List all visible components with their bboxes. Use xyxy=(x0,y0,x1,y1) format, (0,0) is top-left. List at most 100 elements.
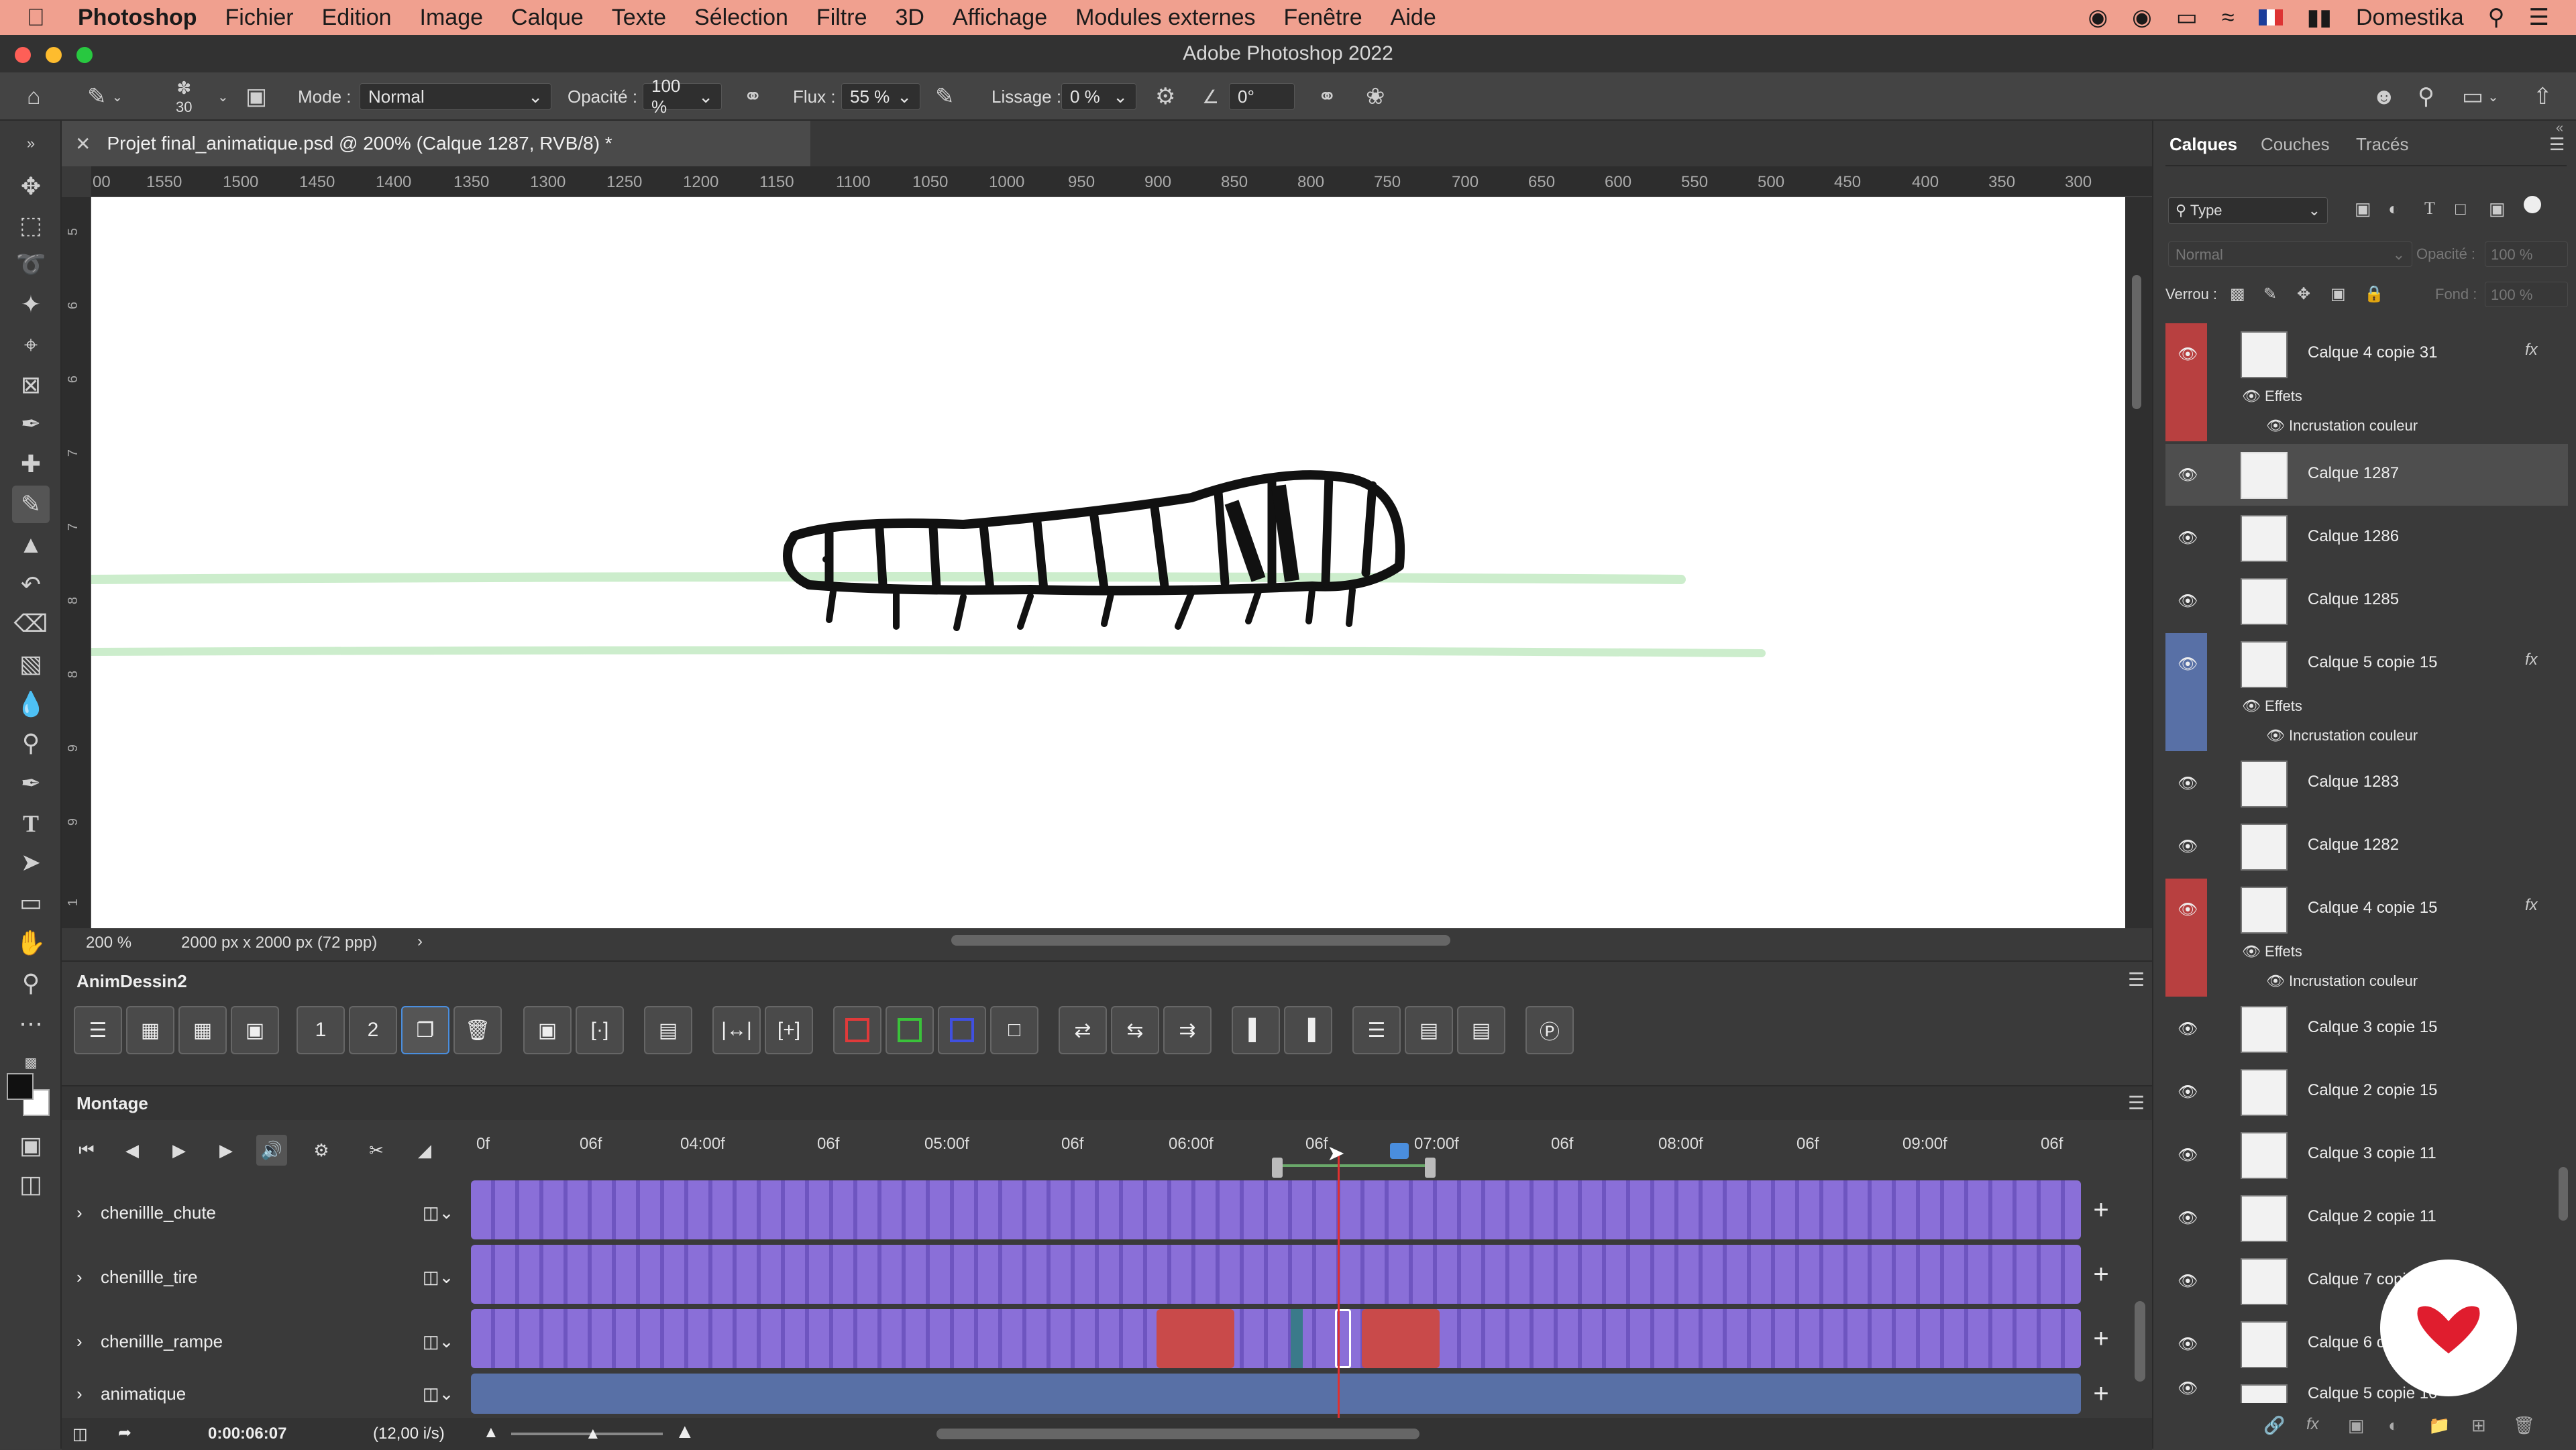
clone-stamp-tool-icon[interactable]: ▲ xyxy=(12,526,50,563)
zoom-tool-icon[interactable]: ⚲ xyxy=(12,964,50,1002)
new-frame-icon[interactable]: ❐ xyxy=(401,1006,449,1054)
foreground-color-swatch[interactable] xyxy=(7,1073,34,1100)
eye-icon[interactable]: 👁 xyxy=(2178,655,2198,673)
menu-fenetre[interactable]: Fenêtre xyxy=(1283,5,1362,31)
audio-icon[interactable]: 🔊 xyxy=(256,1135,287,1166)
export-icon[interactable]: ☰ xyxy=(1352,1006,1401,1054)
add-media-icon[interactable]: + xyxy=(2081,1319,2121,1359)
chevron-down-icon[interactable]: ⌄ xyxy=(217,89,229,105)
add-media-icon[interactable]: + xyxy=(2081,1190,2121,1230)
document-tab[interactable]: ✕ Projet final_animatique.psd @ 200% (Ca… xyxy=(62,121,810,166)
eyedropper-tool-icon[interactable]: ✒ xyxy=(12,405,50,443)
add-style-icon[interactable]: fx xyxy=(2306,1415,2319,1434)
green-layer-icon[interactable] xyxy=(885,1006,934,1054)
menu-edition[interactable]: Edition xyxy=(322,5,392,31)
layer-row[interactable]: 👁 Calque 5 copie 15 fx 👁 Effets 👁 Incrus… xyxy=(2165,633,2568,751)
delete-frame-icon[interactable]: 🗑 xyxy=(453,1006,502,1054)
clip-marker[interactable] xyxy=(1291,1309,1303,1368)
add-mask-icon[interactable]: ▣ xyxy=(2348,1415,2365,1436)
chevron-right-icon[interactable]: › xyxy=(76,1331,83,1352)
select-frames-icon[interactable]: ▣ xyxy=(523,1006,572,1054)
clip-selected-red[interactable] xyxy=(1362,1309,1440,1368)
chevron-right-icon[interactable]: › xyxy=(417,932,423,951)
track-label[interactable]: › animatique ◫⌄ xyxy=(62,1374,471,1414)
trim-end-icon[interactable]: ▐ xyxy=(1284,1006,1332,1054)
fx-icon[interactable]: fx xyxy=(2525,341,2538,359)
filter-shape-icon[interactable]: □ xyxy=(2455,199,2466,219)
transition-icon[interactable]: ◢ xyxy=(409,1135,440,1166)
film-icon[interactable]: ◫⌄ xyxy=(423,1331,453,1352)
eye-icon[interactable]: 👁 xyxy=(2178,592,2198,610)
red-layer-icon[interactable] xyxy=(833,1006,881,1054)
grid-frames-icon[interactable]: ▦ xyxy=(178,1006,227,1054)
track-clips[interactable] xyxy=(471,1309,2081,1368)
layer-row[interactable]: 👁 Calque 3 copie 15 xyxy=(2165,998,2568,1060)
lock-artboard-icon[interactable]: ▣ xyxy=(2330,284,2346,304)
brush-settings-icon[interactable]: ▣ xyxy=(246,83,267,110)
tab-calques[interactable]: Calques xyxy=(2169,134,2237,155)
chevron-right-icon[interactable]: › xyxy=(76,1203,83,1223)
scissors-icon[interactable]: ✂ xyxy=(361,1135,392,1166)
onion-skin-icon[interactable]: ▦ xyxy=(126,1006,174,1054)
crop-tool-icon[interactable]: ⌖ xyxy=(12,326,50,364)
layer-row[interactable]: 👁 Calque 1282 xyxy=(2165,816,2568,877)
pressure-opacity-icon[interactable]: ⚭ xyxy=(743,83,763,110)
collapse-toolbar-icon[interactable]: » xyxy=(12,125,50,162)
add-media-icon[interactable]: + xyxy=(2081,1374,2121,1414)
lasso-tool-icon[interactable]: ➰ xyxy=(12,245,50,283)
menu-selection[interactable]: Sélection xyxy=(694,5,788,31)
eye-icon[interactable]: 👁 xyxy=(2178,1335,2198,1353)
link-layers-icon[interactable]: 🔗 xyxy=(2263,1415,2285,1436)
healing-brush-tool-icon[interactable]: ✚ xyxy=(12,445,50,483)
work-area-end-handle[interactable] xyxy=(1425,1158,1436,1178)
menu-image[interactable]: Image xyxy=(420,5,484,31)
menu-fichier[interactable]: Fichier xyxy=(225,5,294,31)
pen-tool-icon[interactable]: ✒ xyxy=(12,765,50,802)
extend-right-icon[interactable]: [+] xyxy=(765,1006,813,1054)
eye-icon[interactable]: 👁 xyxy=(2178,1209,2198,1227)
fill-frame-icon[interactable]: ▤ xyxy=(644,1006,692,1054)
zoom-out-icon[interactable]: ▲ xyxy=(483,1423,499,1442)
new-layer-icon[interactable]: ⊞ xyxy=(2471,1415,2486,1436)
symmetry-icon[interactable]: ❀ xyxy=(1366,83,1385,110)
smoothing-field[interactable]: 0 % ⌄ xyxy=(1061,83,1136,110)
control-center-icon[interactable]: ☰ xyxy=(2529,4,2549,31)
save-icon[interactable]: ▣ xyxy=(231,1006,279,1054)
tab-traces[interactable]: Tracés xyxy=(2356,134,2409,155)
gear-icon[interactable]: ⚙ xyxy=(1155,83,1175,110)
menu-3d[interactable]: 3D xyxy=(895,5,924,31)
lock-position-icon[interactable]: ✥ xyxy=(2297,284,2310,304)
zoom-level[interactable]: 200 % xyxy=(86,934,131,952)
film-icon[interactable]: ◫⌄ xyxy=(423,1384,453,1404)
frame-tool-icon[interactable]: ⊠ xyxy=(12,366,50,404)
flux-field[interactable]: 55 % ⌄ xyxy=(841,83,920,110)
layer-row[interactable]: 👁 Calque 4 copie 15 fx 👁 Effets 👁 Incrus… xyxy=(2165,879,2568,997)
panel-menu-icon[interactable]: ☰ xyxy=(2128,968,2145,991)
convert-frames-icon[interactable]: ◫ xyxy=(72,1425,88,1444)
filter-adjustment-icon[interactable]: ◐ xyxy=(2388,199,2399,219)
play-icon[interactable]: ▶ xyxy=(164,1135,195,1166)
split-frames-icon[interactable]: ⇆ xyxy=(1111,1006,1159,1054)
layer-row[interactable]: 👁 Calque 2 copie 15 xyxy=(2165,1061,2568,1123)
blend-mode-select[interactable]: Normal ⌄ xyxy=(2168,241,2412,267)
layer-row[interactable]: 👁 Calque 1283 xyxy=(2165,752,2568,814)
merge-frames-icon[interactable]: ⇉ xyxy=(1163,1006,1212,1054)
fx-icon[interactable]: fx xyxy=(2525,651,2538,669)
brush-tool-icon[interactable]: ✎ xyxy=(12,486,50,523)
clip-selected-red[interactable] xyxy=(1157,1309,1234,1368)
dodge-tool-icon[interactable]: ⚲ xyxy=(12,724,50,762)
cc-sync-icon[interactable]: ◉ xyxy=(2132,4,2152,31)
track-clips[interactable] xyxy=(471,1374,2081,1414)
chevron-right-icon[interactable]: › xyxy=(76,1384,83,1404)
timeline-vertical-scrollbar[interactable] xyxy=(2135,1301,2145,1382)
spotlight-search-icon[interactable]: ⚲ xyxy=(2488,4,2505,31)
document-canvas[interactable] xyxy=(87,197,2125,928)
close-window-button[interactable] xyxy=(15,47,31,63)
track-label[interactable]: › chenillle_tire ◫⌄ xyxy=(62,1245,471,1309)
blue-layer-icon[interactable] xyxy=(938,1006,986,1054)
menu-affichage[interactable]: Affichage xyxy=(953,5,1047,31)
chevron-down-icon[interactable]: ⌄ xyxy=(112,89,123,105)
shift-frames-icon[interactable]: ⇄ xyxy=(1059,1006,1107,1054)
lock-pixels-icon[interactable]: ✎ xyxy=(2263,284,2277,304)
canvas-vertical-scrollbar[interactable] xyxy=(2132,275,2141,409)
